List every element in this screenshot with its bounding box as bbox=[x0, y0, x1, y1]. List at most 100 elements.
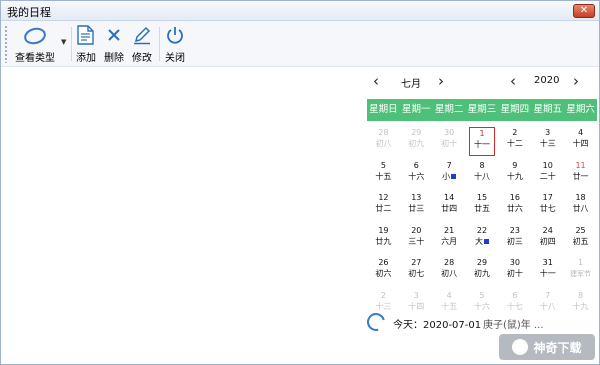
calendar-day[interactable]: 29 初九 bbox=[469, 257, 495, 286]
calendar-day[interactable]: 7小 bbox=[436, 160, 462, 189]
lunar-label: 十三 bbox=[535, 138, 561, 150]
month-label: 七月 bbox=[401, 79, 421, 90]
calendar-day[interactable]: 21 六月 bbox=[436, 225, 462, 254]
toolbar-grip[interactable] bbox=[4, 25, 8, 63]
day-number: 2 bbox=[380, 290, 386, 300]
lunar-text: 廿八 bbox=[572, 204, 589, 213]
lunar-label: 廿三 bbox=[403, 203, 429, 215]
calendar-day[interactable]: 17 廿七 bbox=[535, 192, 561, 221]
calendar-day[interactable]: 4 十四 bbox=[568, 127, 594, 156]
lunar-text: 初四 bbox=[539, 236, 556, 246]
edit-button[interactable]: 修改 bbox=[130, 23, 154, 65]
lunar-label: 初十 bbox=[502, 268, 528, 280]
lunar-text: 廿二 bbox=[375, 204, 392, 213]
window-close-button[interactable]: ✕ bbox=[573, 4, 595, 18]
title-bar: 我的日程 ✕ bbox=[1, 1, 599, 21]
calendar-day[interactable]: 1 建军节 bbox=[568, 257, 594, 286]
calendar-day[interactable]: 23 初三 bbox=[502, 225, 528, 254]
add-label: 添加 bbox=[76, 53, 96, 64]
lunar-label: 大 bbox=[469, 236, 495, 248]
lunar-text: 初八 bbox=[441, 269, 458, 278]
calendar-day[interactable]: 16 廿六 bbox=[502, 192, 528, 221]
calendar-day-selected[interactable]: 1 十一 bbox=[469, 127, 495, 156]
day-number: 10 bbox=[542, 160, 553, 170]
event-marker-icon bbox=[451, 173, 457, 179]
calendar-day[interactable]: 24 初四 bbox=[535, 225, 561, 254]
toolbar: 查看类型 ▼ 添加 删除 修改 关闭 bbox=[1, 21, 599, 67]
weekday-label: 星期三 bbox=[467, 104, 497, 115]
today-refresh-icon[interactable] bbox=[363, 309, 389, 335]
day-number: 15 bbox=[476, 193, 488, 202]
calendar-day[interactable]: 20 三十 bbox=[403, 225, 429, 254]
calendar-day[interactable]: 14 廿四 bbox=[436, 192, 462, 221]
lunar-text: 大 bbox=[475, 236, 483, 246]
lunar-text: 十五 bbox=[375, 171, 392, 181]
calendar-day[interactable]: 30 初十 bbox=[502, 257, 528, 286]
calendar-day[interactable]: 12 廿二 bbox=[370, 192, 396, 221]
lunar-label: 廿四 bbox=[436, 203, 462, 215]
view-type-button[interactable]: 查看类型 bbox=[11, 23, 59, 65]
day-number: 7 bbox=[545, 290, 551, 300]
lunar-text: 三十 bbox=[408, 236, 425, 246]
calendar-day[interactable]: 11 廿一 bbox=[568, 160, 594, 189]
calendar-day[interactable]: 8 十八 bbox=[469, 160, 495, 189]
calendar-day[interactable]: 5 十五 bbox=[370, 160, 396, 189]
weekday-label: 星期四 bbox=[500, 104, 530, 115]
calendar-day[interactable]: 28 初八 bbox=[436, 257, 462, 286]
calendar-day[interactable]: 6 十六 bbox=[403, 160, 429, 189]
day-number: 12 bbox=[378, 193, 389, 202]
calendar-day[interactable]: 19 廿九 bbox=[370, 225, 396, 254]
lunar-text: 十九 bbox=[506, 171, 523, 181]
calendar-day[interactable]: 27 初七 bbox=[403, 257, 429, 286]
calendar-day[interactable]: 3 十三 bbox=[535, 127, 561, 156]
calendar-day[interactable]: 29 初九 bbox=[403, 127, 429, 156]
calendar-day[interactable]: 18 廿八 bbox=[568, 192, 594, 221]
lunar-label: 十二 bbox=[502, 138, 528, 150]
lunar-label: 廿八 bbox=[568, 203, 594, 215]
lunar-label: 二十 bbox=[535, 171, 561, 183]
calendar-day[interactable]: 13 廿三 bbox=[403, 192, 429, 221]
today-date[interactable]: 今天：2020-07-01 bbox=[393, 316, 481, 331]
calendar-day[interactable]: 25 初五 bbox=[568, 225, 594, 254]
lunar-label: 十九 bbox=[502, 171, 528, 183]
calendar-day[interactable]: 26 初六 bbox=[370, 257, 396, 286]
day-number: 17 bbox=[542, 193, 553, 202]
day-number: 14 bbox=[444, 193, 455, 202]
calendar-day[interactable]: 15 廿五 bbox=[469, 192, 495, 221]
calendar-day[interactable]: 2 十二 bbox=[502, 127, 528, 156]
calendar-day[interactable]: 9 十九 bbox=[502, 160, 528, 189]
day-number: 27 bbox=[411, 258, 422, 267]
day-number: 4 bbox=[578, 128, 584, 137]
lunar-text: 廿三 bbox=[408, 204, 425, 213]
lunar-text: 十九 bbox=[572, 301, 589, 311]
lunar-label: 初五 bbox=[568, 236, 594, 248]
add-button[interactable]: 添加 bbox=[74, 23, 98, 65]
next-year-button[interactable]: › bbox=[573, 73, 579, 89]
day-number: 9 bbox=[512, 160, 518, 170]
lunar-label: 初三 bbox=[502, 236, 528, 248]
prev-year-button[interactable]: ‹ bbox=[510, 73, 516, 89]
lunar-text: 初八 bbox=[375, 139, 392, 148]
calendar-day[interactable]: 31 十一 bbox=[535, 257, 561, 286]
calendar-day[interactable]: 22 大 bbox=[469, 225, 495, 254]
event-marker-icon bbox=[484, 238, 489, 244]
lunar-label: 廿七 bbox=[535, 203, 561, 215]
calendar-day[interactable]: 28 初八 bbox=[370, 127, 396, 156]
lunar-text: 十一 bbox=[539, 269, 556, 278]
lunar-text: 十八 bbox=[474, 171, 490, 181]
chevron-down-icon[interactable]: ▼ bbox=[61, 38, 66, 46]
lunar-text: 初九 bbox=[474, 269, 490, 278]
delete-button[interactable]: 删除 bbox=[102, 23, 126, 65]
lunar-text: 廿六 bbox=[506, 204, 523, 213]
calendar-day[interactable]: 30 初十 bbox=[436, 127, 462, 156]
next-month-button[interactable]: › bbox=[438, 73, 444, 89]
day-number: 3 bbox=[545, 128, 551, 137]
prev-month-button[interactable]: ‹ bbox=[373, 73, 379, 89]
day-number: 30 bbox=[509, 258, 520, 267]
day-number: 4 bbox=[446, 290, 452, 300]
lunar-label: 廿六 bbox=[502, 203, 528, 215]
close-button[interactable]: 关闭 bbox=[163, 23, 187, 65]
day-number: 31 bbox=[542, 258, 553, 267]
calendar-day[interactable]: 10 二十 bbox=[535, 160, 561, 189]
weekday-label: 星期一 bbox=[402, 104, 431, 115]
